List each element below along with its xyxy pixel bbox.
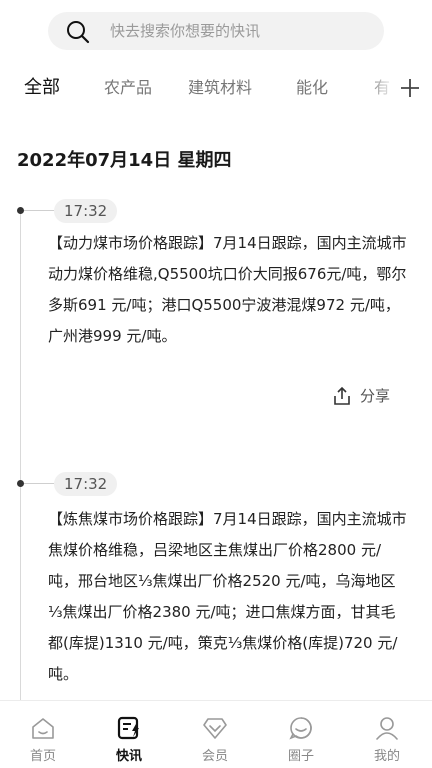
bottom-nav: 首页 快讯 会员 圈子 我的 [0,700,432,768]
nav-profile[interactable]: 我的 [344,701,430,768]
nav-circle[interactable]: 圈子 [258,701,344,768]
nav-label: 我的 [373,749,400,764]
nav-label: 首页 [29,749,56,764]
circle-icon [289,717,312,740]
plus-icon [401,79,419,97]
nav-label: 会员 [201,749,228,764]
tab-agriculture[interactable]: 农产品 [104,68,152,108]
timeline-dot [17,207,24,214]
add-tab-button[interactable] [392,68,432,108]
tab-energy-chemicals[interactable]: 能化 [296,68,328,108]
news-feed[interactable]: 2022年07月14日 星期四 17:32 【动力煤市场价格跟踪】7月14日跟踪… [0,122,432,700]
member-icon [203,718,227,739]
timeline-connector [24,210,54,211]
news-content[interactable]: 【动力煤市场价格跟踪】7月14日跟踪，国内主流城市动力煤价格维稳,Q5500坑口… [48,228,410,352]
top-header: 快去搜索你想要的快讯 全部 农产品 建筑材料 能化 有 [0,0,432,122]
search-placeholder[interactable]: 快去搜索你想要的快讯 [110,12,260,50]
nav-flash-news[interactable]: 快讯 [86,701,172,768]
nav-home[interactable]: 首页 [0,701,86,768]
news-content[interactable]: 【炼焦煤市场价格跟踪】7月14日跟踪，国内主流城市焦煤价格维稳，吕梁地区主焦煤出… [48,504,410,700]
timeline-line [20,210,21,700]
timeline-dot [17,480,24,487]
nav-member[interactable]: 会员 [172,701,258,768]
share-label: 分享 [360,387,391,405]
search-bar[interactable]: 快去搜索你想要的快讯 [48,12,384,50]
nav-label: 快讯 [115,749,142,764]
category-tabs: 全部 农产品 建筑材料 能化 有 [0,68,432,108]
tab-all[interactable]: 全部 [24,68,60,108]
flash-news-icon [117,716,139,740]
feed-date: 2022年07月14日 星期四 [17,150,232,171]
news-time: 17:32 [54,472,118,496]
home-icon [32,718,54,739]
timeline-connector [24,483,54,484]
profile-icon [376,717,398,740]
nav-label: 圈子 [287,749,314,764]
news-time: 17:32 [54,199,118,223]
tab-building-materials[interactable]: 建筑材料 [188,68,252,108]
share-icon [334,386,350,405]
search-icon [67,21,90,44]
